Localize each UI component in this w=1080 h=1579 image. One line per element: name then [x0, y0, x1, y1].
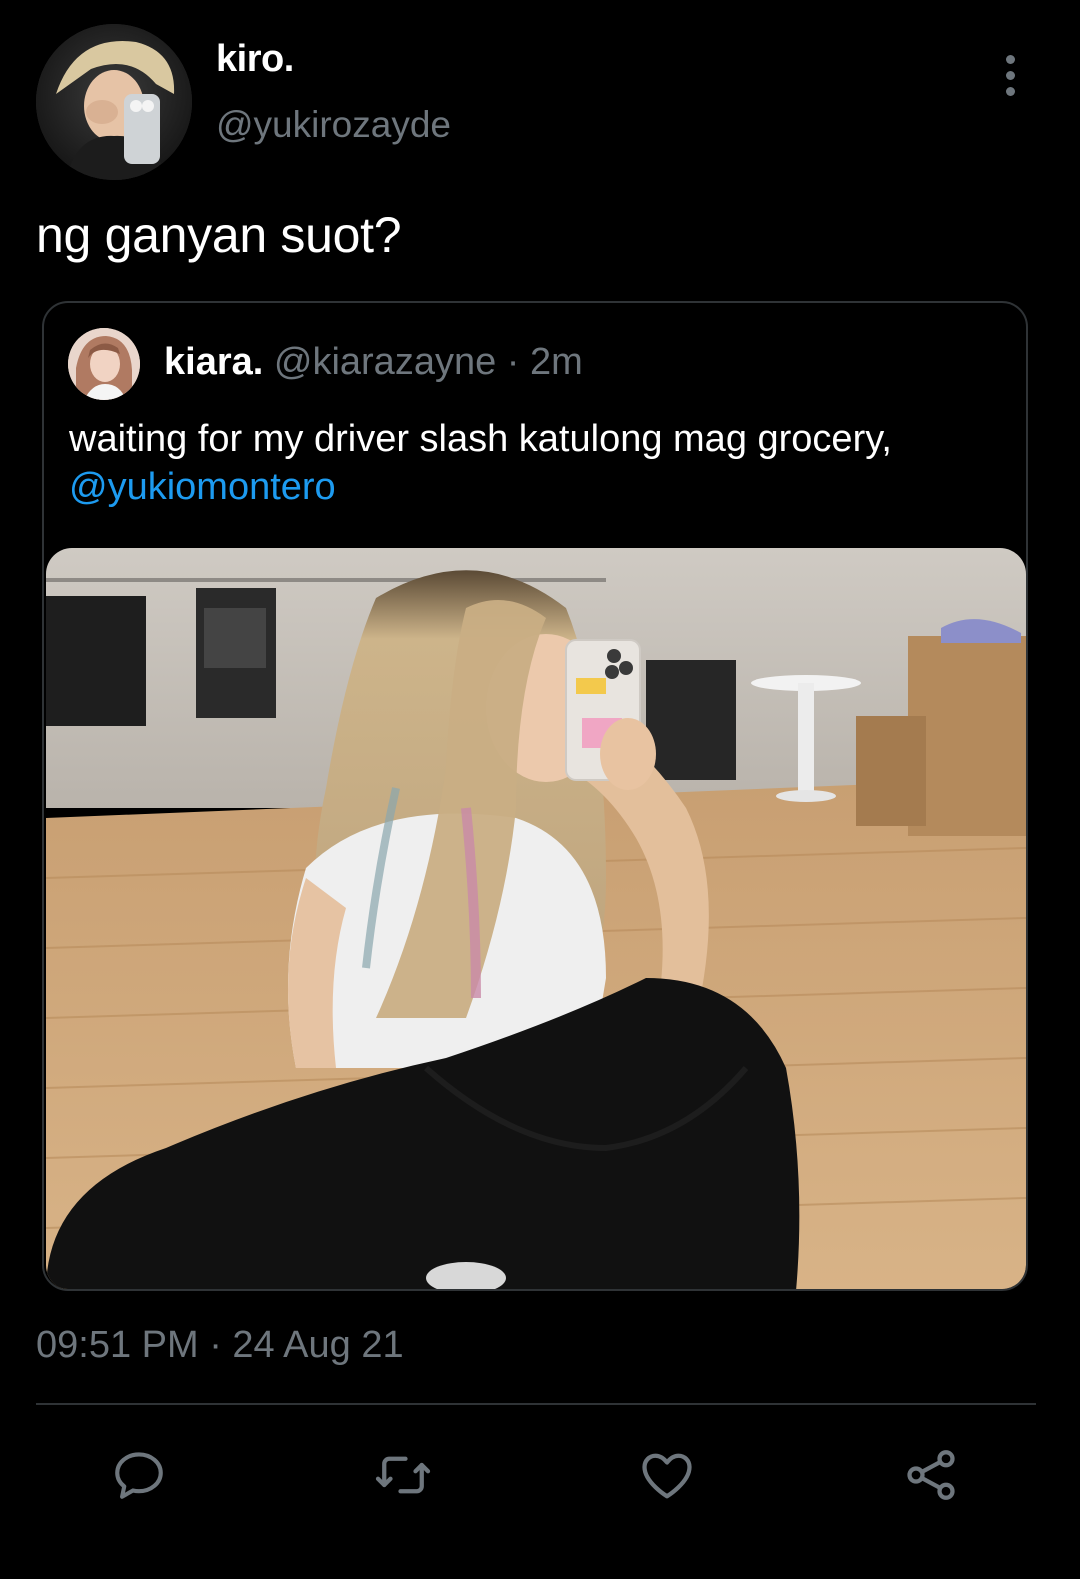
share-icon [907, 1450, 955, 1500]
author-display-name[interactable]: kiro. [216, 38, 294, 81]
quoted-tweet-photo[interactable] [46, 548, 1026, 1289]
author-avatar[interactable] [36, 24, 192, 180]
reply-icon [115, 1452, 163, 1499]
quoted-display-name[interactable]: kiara. [164, 341, 263, 383]
like-icon [642, 1453, 692, 1499]
meta-separator: · [506, 341, 520, 383]
quoted-tweet-meta: kiara. @kiarazayne · 2m [164, 341, 583, 384]
tweet-text: ng ganyan suot? [36, 207, 402, 263]
share-button[interactable] [896, 1440, 966, 1510]
reply-button[interactable] [104, 1440, 174, 1510]
retweet-icon [375, 1456, 431, 1494]
more-dot-icon [1005, 70, 1015, 80]
more-dot-icon [1005, 54, 1015, 64]
quoted-author-avatar[interactable] [68, 328, 140, 400]
quoted-tweet-card[interactable]: kiara. @kiarazayne · 2m waiting for my d… [42, 301, 1028, 1291]
quoted-text-body: waiting for my driver slash katulong mag… [69, 418, 892, 460]
tweet-timestamp[interactable]: 09:51 PM · 24 Aug 21 [36, 1324, 404, 1367]
tweet-detail: kiro. @yukirozayde ng ganyan suot? kiara… [0, 0, 1080, 1579]
like-button[interactable] [632, 1440, 702, 1510]
more-dot-icon [1005, 86, 1015, 96]
divider [36, 1403, 1036, 1405]
more-options-button[interactable] [990, 50, 1030, 100]
quoted-handle[interactable]: @kiarazayne [274, 341, 496, 383]
quoted-tweet-text: waiting for my driver slash katulong mag… [69, 415, 1009, 511]
quoted-time: 2m [530, 341, 583, 383]
action-bar [0, 1440, 1080, 1510]
retweet-button[interactable] [368, 1440, 438, 1510]
author-handle[interactable]: @yukirozayde [216, 104, 451, 146]
mention-link[interactable]: @yukiomontero [69, 463, 1009, 511]
